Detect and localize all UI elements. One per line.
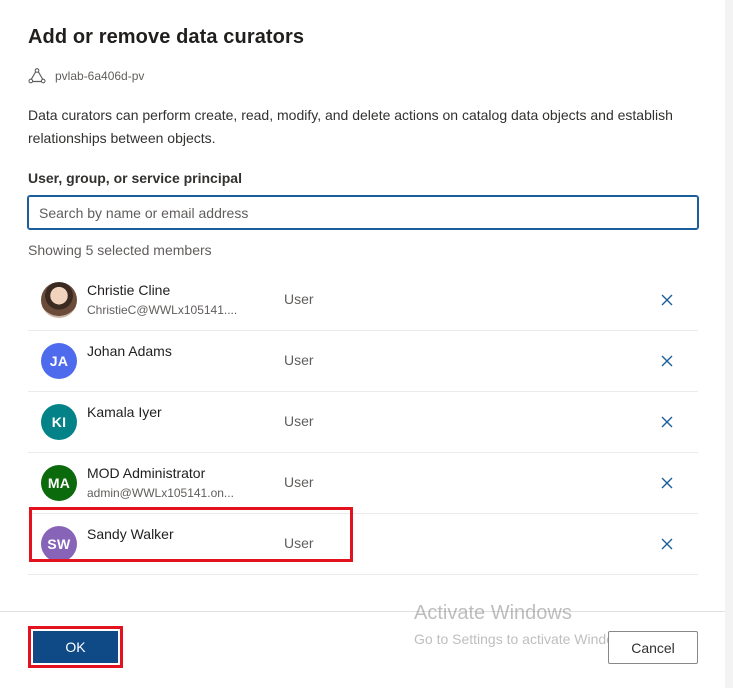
member-row: MA MOD Administrator admin@WWLx105141.on… xyxy=(28,453,698,514)
member-type: User xyxy=(284,352,314,368)
close-icon xyxy=(661,355,673,367)
member-name: MOD Administrator xyxy=(87,465,206,481)
ok-button[interactable]: OK xyxy=(33,631,118,663)
member-row: KI Kamala Iyer User xyxy=(28,392,698,453)
close-icon xyxy=(661,416,673,428)
member-email: ChristieC@WWLx105141.... xyxy=(87,303,238,317)
add-remove-curators-panel: Add or remove data curators pvlab-6a406d… xyxy=(0,0,726,688)
activate-windows-subtitle: Go to Settings to activate Windows. xyxy=(414,631,635,647)
member-name: Christie Cline xyxy=(87,282,171,298)
avatar: MA xyxy=(41,465,77,501)
member-email: admin@WWLx105141.on... xyxy=(87,486,234,500)
remove-member-button[interactable] xyxy=(658,535,676,553)
close-icon xyxy=(661,477,673,489)
activate-windows-title: Activate Windows xyxy=(414,602,572,624)
search-field-label: User, group, or service principal xyxy=(28,170,242,186)
cancel-button[interactable]: Cancel xyxy=(608,631,698,664)
search-input[interactable] xyxy=(27,195,699,230)
remove-member-button[interactable] xyxy=(658,474,676,492)
close-icon xyxy=(661,538,673,550)
avatar: KI xyxy=(41,404,77,440)
member-type: User xyxy=(284,474,314,490)
avatar: JA xyxy=(41,343,77,379)
dialog-description: Data curators can perform create, read, … xyxy=(28,107,673,146)
footer-divider xyxy=(0,611,725,612)
close-icon xyxy=(661,294,673,306)
member-name: Johan Adams xyxy=(87,343,172,359)
selection-highlight-box xyxy=(29,507,353,562)
right-gutter xyxy=(725,0,733,688)
remove-member-button[interactable] xyxy=(658,352,676,370)
avatar xyxy=(41,282,77,318)
remove-member-button[interactable] xyxy=(658,291,676,309)
member-row: Christie Cline ChristieC@WWLx105141.... … xyxy=(28,270,698,331)
member-type: User xyxy=(284,291,314,307)
member-name: Kamala Iyer xyxy=(87,404,162,420)
member-type: User xyxy=(284,413,314,429)
purview-account-icon xyxy=(28,68,46,84)
dialog-title: Add or remove data curators xyxy=(28,26,305,48)
selected-count-text: Showing 5 selected members xyxy=(28,242,212,258)
account-info: pvlab-6a406d-pv xyxy=(28,68,144,84)
member-row: JA Johan Adams User xyxy=(28,331,698,392)
remove-member-button[interactable] xyxy=(658,413,676,431)
account-name: pvlab-6a406d-pv xyxy=(55,69,145,83)
